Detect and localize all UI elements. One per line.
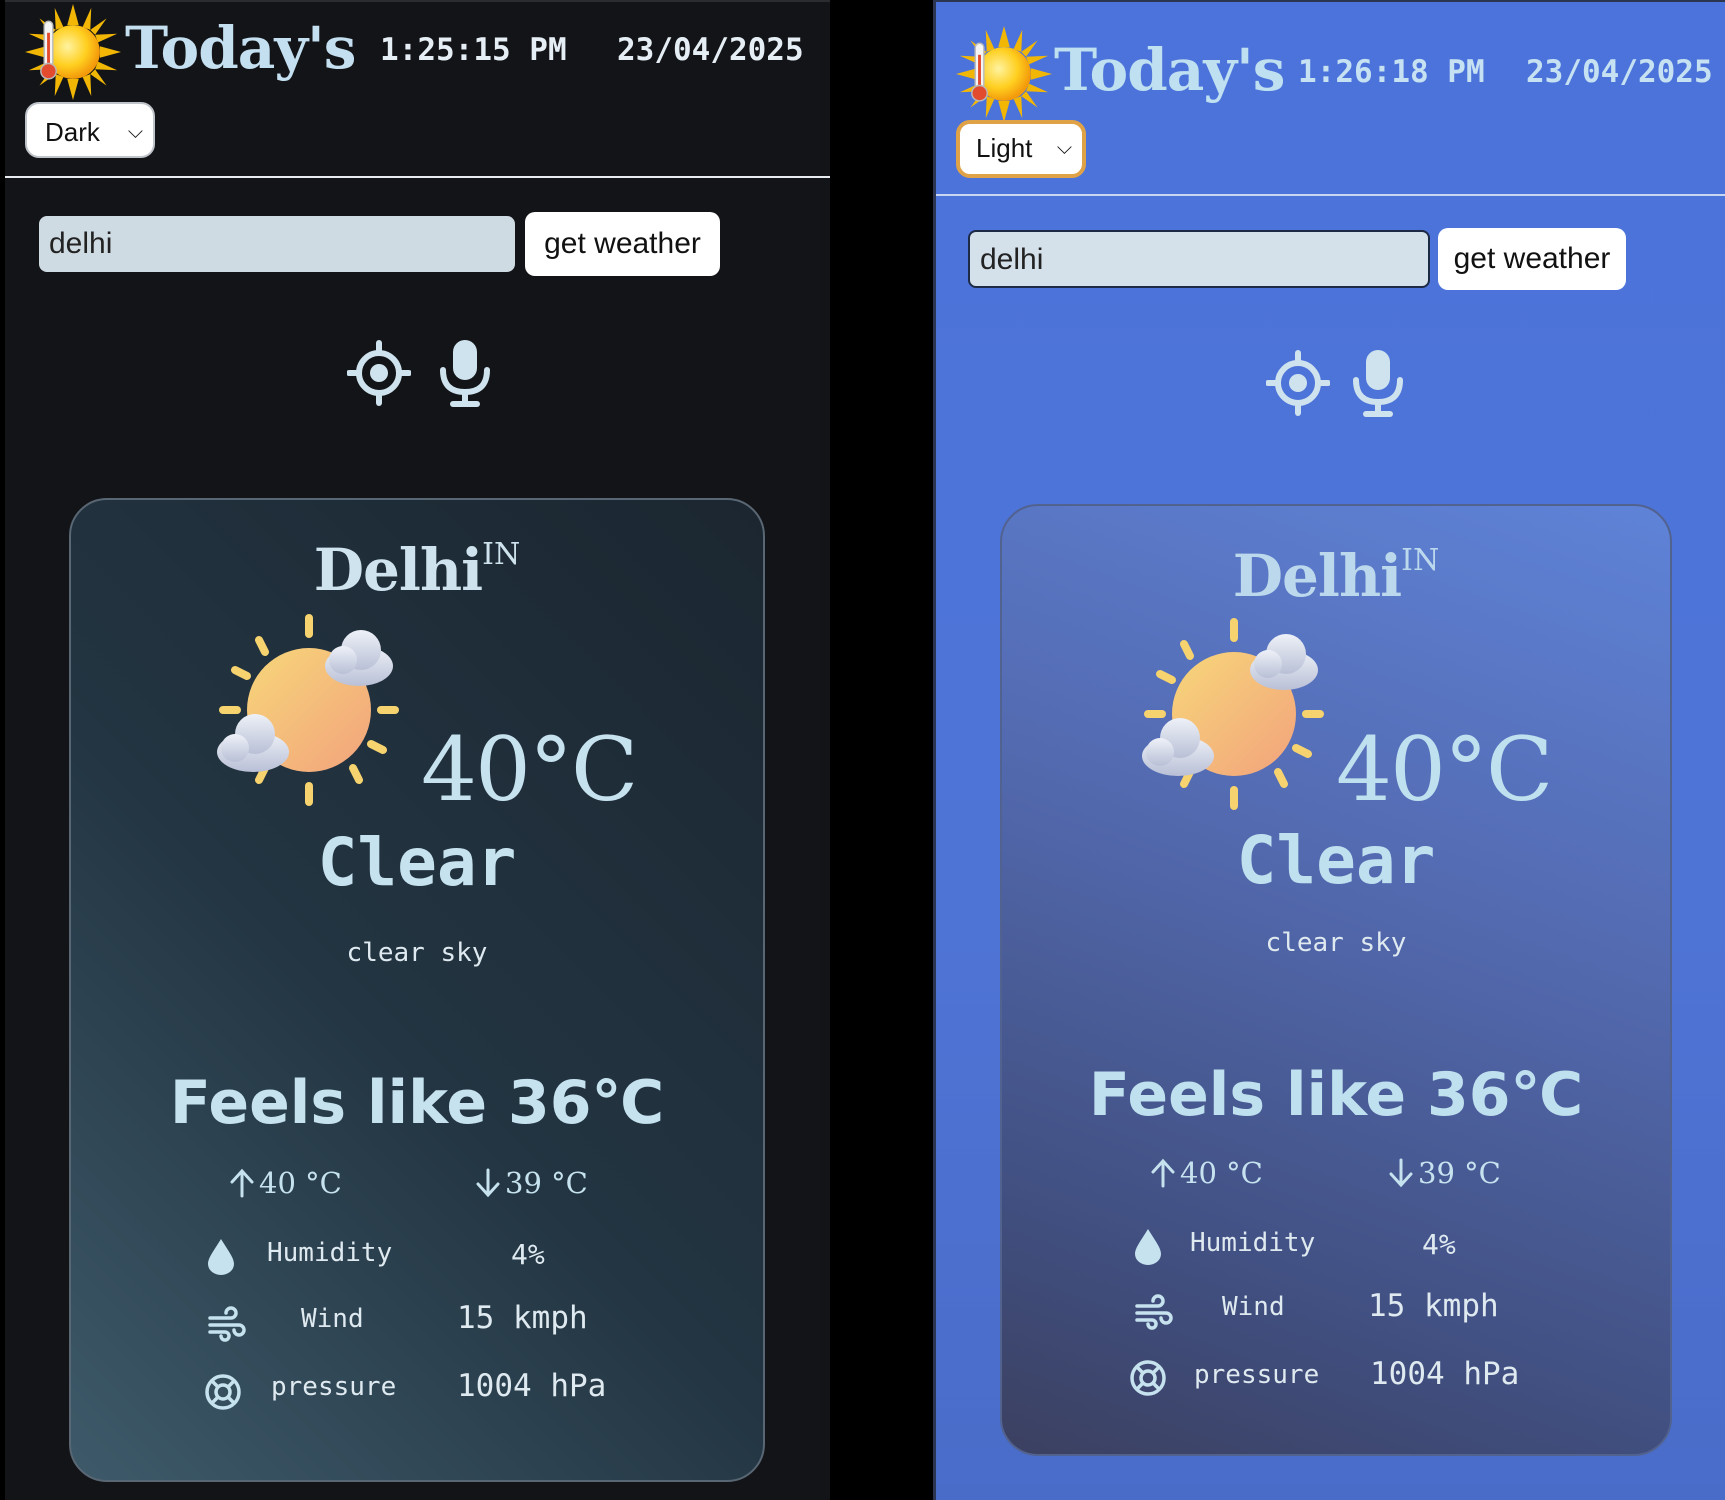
theme-select[interactable]: Dark ⌵ [25,102,155,158]
microphone-icon[interactable] [433,338,497,408]
feels-like: Feels like 36℃ [169,1068,665,1138]
water-drop-icon [1128,1226,1168,1266]
city-name: DelhiIN [313,536,521,604]
wind-icon [1134,1292,1174,1332]
crosshair-icon[interactable] [1266,348,1330,418]
humidity-label: Humidity [1190,1228,1316,1258]
temp-max: 40 °C [1150,1156,1263,1190]
weather-description: clear sky [346,938,488,968]
weather-condition: Clear [1236,822,1436,899]
theme-select[interactable]: Light ⌵ [956,120,1086,178]
wind-label: Wind [301,1304,364,1334]
date: 23/04/2025 [1526,54,1713,90]
country-code: IN [482,537,521,572]
pressure-gauge-icon [1128,1358,1168,1398]
humidity-value: 4% [1422,1228,1456,1261]
city-search-input[interactable]: delhi [39,216,515,272]
date: 23/04/2025 [617,32,804,68]
humidity-label: Humidity [267,1238,393,1268]
light-theme-panel: Today's 1:26:18 PM 23/04/2025 Light ⌵ de… [933,0,1725,1500]
pressure-gauge-icon [203,1372,243,1412]
get-weather-button[interactable]: get weather [525,212,720,276]
sun-thermometer-icon [25,4,121,100]
temperature: 40°C [421,718,638,821]
pressure-label: pressure [271,1372,397,1402]
wind-value: 15 kmph [1368,1288,1499,1324]
weather-condition: Clear [317,824,517,901]
crosshair-icon[interactable] [347,338,411,408]
microphone-icon[interactable] [1346,348,1410,418]
pressure-value: 1004 hPa [457,1368,607,1404]
pressure-label: pressure [1194,1360,1320,1390]
water-drop-icon [201,1236,241,1276]
temp-min: 39 °C [475,1166,588,1200]
weather-description: clear sky [1265,928,1407,958]
arrow-down-icon [1388,1158,1414,1188]
theme-select-value: Dark [45,117,100,147]
arrow-up-icon [1150,1158,1176,1188]
chevron-down-icon: ⌵ [1056,137,1072,159]
city-search-input[interactable]: delhi [968,230,1430,288]
dark-theme-panel: Today's 1:25:15 PM 23/04/2025 Dark ⌵ del… [5,0,830,1500]
sun-thermometer-icon [956,26,1052,122]
app-header: Today's 1:25:15 PM 23/04/2025 Dark ⌵ [5,2,830,178]
pressure-value: 1004 hPa [1370,1356,1520,1392]
weather-card: DelhiIN 40°C Clear clear sky Feels like … [1000,504,1672,1456]
app-title: Today's [125,14,356,82]
app-title: Today's [1054,36,1285,104]
wind-value: 15 kmph [457,1300,588,1336]
weather-card: DelhiIN 40°C Clear clear sky Feels like … [69,498,765,1482]
arrow-up-icon [229,1168,255,1198]
app-header: Today's 1:26:18 PM 23/04/2025 Light ⌵ [936,2,1725,196]
wind-label: Wind [1222,1292,1285,1322]
arrow-down-icon [475,1168,501,1198]
chevron-down-icon: ⌵ [127,121,143,143]
country-code: IN [1401,543,1440,578]
sun-clouds-icon [209,610,409,810]
feels-like: Feels like 36℃ [1088,1060,1584,1130]
temperature: 40°C [1336,718,1553,821]
sun-clouds-icon [1134,614,1334,814]
clock: 1:26:18 PM [1298,54,1485,90]
temp-min: 39 °C [1388,1156,1501,1190]
city-name: DelhiIN [1232,542,1440,610]
wind-icon [207,1304,247,1344]
clock: 1:25:15 PM [380,32,567,68]
temp-max: 40 °C [229,1166,342,1200]
theme-select-value: Light [976,133,1033,163]
humidity-value: 4% [511,1238,545,1271]
get-weather-button[interactable]: get weather [1438,228,1626,290]
